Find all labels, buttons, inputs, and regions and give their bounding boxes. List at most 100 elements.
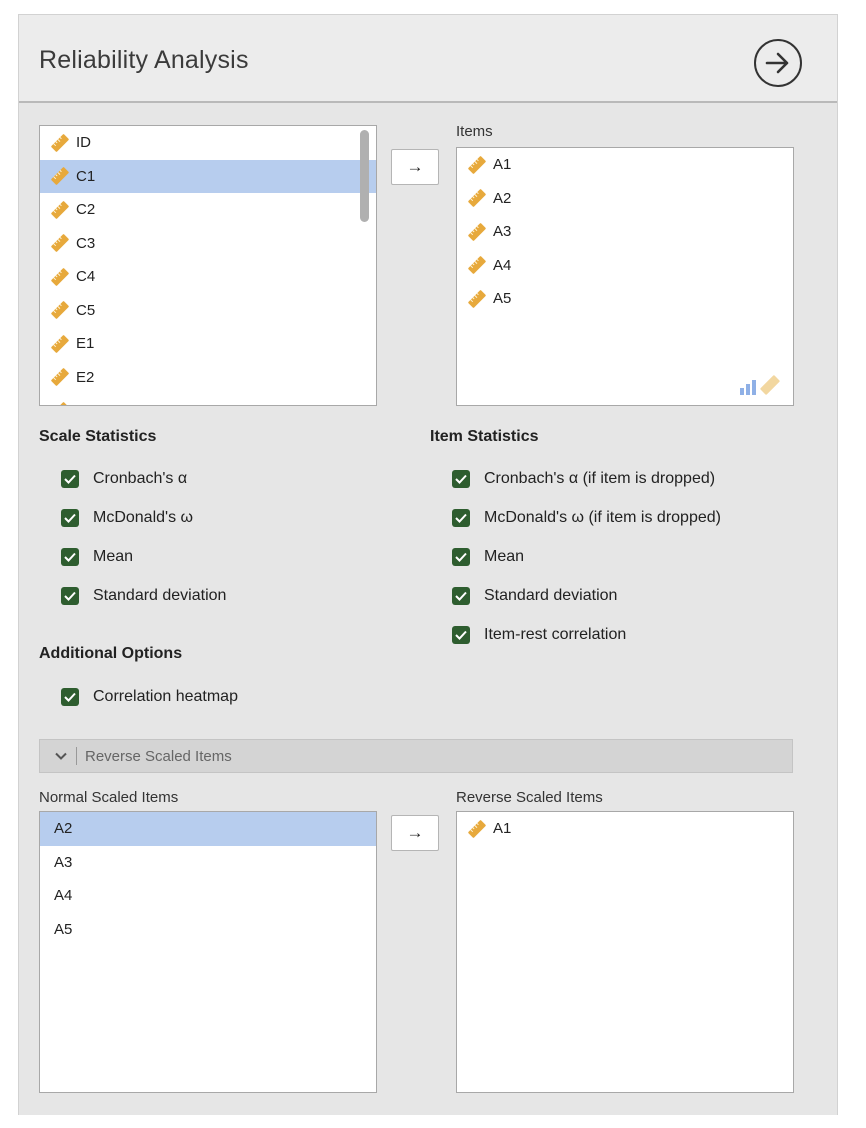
item-label: A2 [493, 189, 512, 207]
reverse-scaled-items-label: Reverse Scaled Items [456, 789, 603, 806]
move-to-items-button[interactable]: → [391, 149, 439, 185]
ruler-icon [468, 189, 486, 208]
permitted-types-indicator [739, 374, 781, 396]
checkbox-label: Mean [93, 548, 134, 565]
run-button[interactable] [754, 39, 802, 87]
ruler-icon [51, 167, 69, 186]
normal-item[interactable]: A4 [40, 879, 376, 913]
checkbox-label: Item-rest correlation [484, 626, 627, 643]
analysis-panel: Reliability Analysis ID C1 C2 C3 C4 C5 E… [18, 14, 838, 1115]
ruler-icon [468, 819, 486, 838]
additional-options-heading: Additional Options [39, 645, 183, 662]
checkbox-checked[interactable] [452, 470, 470, 488]
variable-label: C1 [76, 167, 96, 185]
normal-item[interactable]: A2 [40, 812, 376, 846]
variable-label: E2 [76, 368, 95, 386]
correlation-heatmap-checkbox[interactable]: Correlation heatmap [61, 688, 238, 706]
item-label: A4 [54, 887, 73, 905]
variable-label: E1 [76, 335, 95, 353]
normal-item[interactable]: A3 [40, 846, 376, 880]
ruler-icon [51, 368, 69, 387]
checkbox-checked[interactable] [61, 470, 79, 488]
item-entry[interactable]: A2 [457, 182, 793, 216]
item-label: A5 [493, 290, 512, 308]
chevron-down-icon [55, 752, 67, 760]
normal-scaled-items-list[interactable]: A2 A3 A4 A5 [39, 811, 377, 1093]
checkbox-checked[interactable] [61, 509, 79, 527]
variable-item[interactable]: E2 [40, 361, 376, 395]
ruler-icon [468, 155, 486, 174]
panel-header: Reliability Analysis [19, 15, 837, 103]
item-label: A1 [493, 820, 512, 838]
normal-item[interactable]: A5 [40, 913, 376, 947]
checkbox-checked[interactable] [61, 688, 79, 706]
scale-mcdonald-checkbox[interactable]: McDonald's ω [61, 509, 193, 527]
checkbox-checked[interactable] [61, 587, 79, 605]
checkbox-label: Standard deviation [484, 587, 618, 604]
scrollbar-thumb[interactable] [360, 130, 369, 222]
item-entry[interactable]: A1 [457, 148, 793, 182]
variable-item[interactable]: C2 [40, 193, 376, 227]
variable-label: C5 [76, 301, 96, 319]
item-entry[interactable]: A4 [457, 249, 793, 283]
reverse-scaled-items-list[interactable]: A1 [456, 811, 794, 1093]
checkbox-label: Cronbach's α (if item is dropped) [484, 470, 716, 487]
ruler-icon [51, 133, 69, 152]
divider [76, 747, 77, 765]
ruler-icon [51, 200, 69, 219]
item-sd-checkbox[interactable]: Standard deviation [452, 587, 617, 605]
item-entry[interactable]: A5 [457, 282, 793, 316]
variable-item[interactable]: C3 [40, 227, 376, 261]
item-cronbach-dropped-checkbox[interactable]: Cronbach's α (if item is dropped) [452, 470, 715, 488]
item-statistics-heading: Item Statistics [430, 428, 539, 445]
ruler-icon [468, 222, 486, 241]
panel-title: Reliability Analysis [39, 46, 249, 74]
item-rest-correlation-checkbox[interactable]: Item-rest correlation [452, 626, 626, 644]
items-label: Items [456, 123, 493, 140]
checkbox-label: McDonald's ω [93, 509, 194, 526]
variable-label: ID [76, 134, 91, 152]
ruler-icon [51, 401, 69, 405]
variable-item[interactable]: C1 [40, 159, 376, 193]
items-list[interactable]: A1 A2 A3 A4 A5 [456, 147, 794, 406]
ruler-icon [51, 267, 69, 286]
checkbox-checked[interactable] [452, 509, 470, 527]
bar-chart-icon [740, 380, 756, 395]
checkbox-label: Correlation heatmap [93, 688, 238, 705]
variable-item[interactable]: C4 [40, 260, 376, 294]
item-label: A3 [54, 853, 73, 871]
variable-item-partial[interactable] [40, 394, 376, 405]
item-label: A5 [54, 920, 73, 938]
item-label: A1 [493, 156, 512, 174]
checkbox-checked[interactable] [452, 587, 470, 605]
variable-label: C2 [76, 201, 96, 219]
item-label: A2 [54, 820, 73, 838]
item-mean-checkbox[interactable]: Mean [452, 548, 524, 566]
variable-label: C4 [76, 268, 96, 286]
item-entry[interactable]: A3 [457, 215, 793, 249]
ruler-icon [468, 289, 486, 308]
variable-item[interactable]: ID [40, 126, 376, 160]
scale-cronbach-checkbox[interactable]: Cronbach's α [61, 470, 187, 488]
reverse-item[interactable]: A1 [457, 812, 793, 846]
checkbox-checked[interactable] [61, 548, 79, 566]
item-mcdonald-dropped-checkbox[interactable]: McDonald's ω (if item is dropped) [452, 509, 721, 527]
variables-list[interactable]: ID C1 C2 C3 C4 C5 E1 E2 [39, 125, 377, 406]
ruler-icon [760, 375, 780, 395]
variable-item[interactable]: E1 [40, 327, 376, 361]
checkbox-label: Cronbach's α [93, 470, 188, 487]
item-label: A3 [493, 223, 512, 241]
checkbox-label: Mean [484, 548, 525, 565]
ruler-icon [51, 301, 69, 320]
variable-item[interactable]: C5 [40, 294, 376, 328]
checkbox-checked[interactable] [452, 548, 470, 566]
ruler-icon [468, 256, 486, 275]
arrow-right-circle-icon [765, 52, 789, 74]
scale-sd-checkbox[interactable]: Standard deviation [61, 587, 226, 605]
scale-mean-checkbox[interactable]: Mean [61, 548, 133, 566]
move-to-reverse-button[interactable]: → [391, 815, 439, 851]
reverse-scaled-items-collapsible[interactable]: Reverse Scaled Items [39, 739, 793, 773]
normal-scaled-items-label: Normal Scaled Items [39, 789, 179, 806]
checkbox-checked[interactable] [452, 626, 470, 644]
scale-statistics-heading: Scale Statistics [39, 428, 157, 445]
